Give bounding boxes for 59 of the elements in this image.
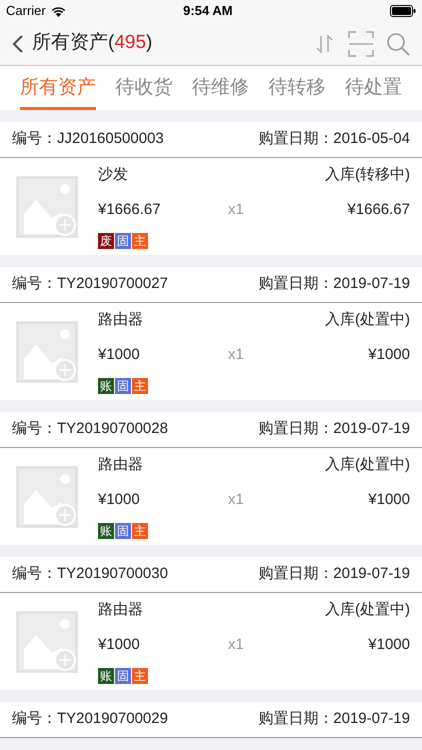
tag: 账 xyxy=(98,523,114,539)
purchase-date: 购置日期：2019-07-19 xyxy=(258,709,410,730)
wifi-icon xyxy=(50,6,66,16)
asset-status: 入库(处置中) xyxy=(325,455,410,475)
purchase-date: 购置日期：2016-05-04 xyxy=(258,129,410,150)
asset-name: 路由器 xyxy=(98,455,143,475)
tab[interactable]: 待处置 xyxy=(345,66,402,110)
total-price: ¥1000 xyxy=(368,344,410,364)
tab[interactable]: 待收货 xyxy=(116,66,172,110)
tag: 固 xyxy=(115,378,131,394)
carrier-label: Carrier xyxy=(6,2,46,20)
scan-button[interactable] xyxy=(348,30,374,56)
clock: 9:54 AM xyxy=(182,2,234,20)
purchase-date: 购置日期：2019-07-19 xyxy=(258,274,410,294)
tab[interactable]: 待转移 xyxy=(268,66,326,110)
asset-status: 入库(转移中) xyxy=(325,165,410,185)
quantity: x1 xyxy=(228,634,245,654)
unit-price: ¥1000 xyxy=(98,634,141,654)
purchase-date: 购置日期：2019-07-19 xyxy=(258,419,410,440)
tag: 账 xyxy=(98,378,114,394)
tag: 主 xyxy=(132,668,148,684)
asset-number: 编号：TY20190700030 xyxy=(12,564,168,584)
tab[interactable]: 待维修 xyxy=(192,66,249,110)
tag: 固 xyxy=(115,233,131,249)
tag: 固 xyxy=(115,668,131,684)
asset-name: 路由器 xyxy=(98,600,143,620)
page-title: 所有资产(495) xyxy=(32,31,152,56)
search-button[interactable] xyxy=(386,32,410,56)
tag: 主 xyxy=(132,378,148,394)
image-placeholder-icon xyxy=(16,176,78,238)
tag: 账 xyxy=(98,668,114,684)
total-price: ¥1000 xyxy=(368,634,410,654)
total-price: ¥1666.67 xyxy=(347,200,410,220)
image-placeholder-icon xyxy=(16,320,78,382)
asset-number: 编号：TY20190700029 xyxy=(12,709,168,730)
quantity: x1 xyxy=(228,200,245,220)
total-price: ¥1000 xyxy=(368,490,410,510)
asset-name: 沙发 xyxy=(98,165,128,185)
asset-number: 编号：TY20190700027 xyxy=(12,274,168,294)
tag: 主 xyxy=(132,233,148,249)
tag: 固 xyxy=(115,523,131,539)
unit-price: ¥1666.67 xyxy=(98,200,162,220)
image-placeholder-icon xyxy=(16,466,78,528)
tab[interactable]: 所有资产 xyxy=(20,66,96,110)
unit-price: ¥1000 xyxy=(98,490,141,510)
purchase-date: 购置日期：2019-07-19 xyxy=(258,564,410,584)
asset-status: 入库(处置中) xyxy=(325,310,410,330)
tag: 主 xyxy=(132,523,148,539)
quantity: x1 xyxy=(228,490,245,510)
quantity: x1 xyxy=(228,344,245,364)
asset-status: 入库(处置中) xyxy=(325,600,410,620)
tag: 废 xyxy=(98,233,114,249)
unit-price: ¥1000 xyxy=(98,344,141,364)
back-button[interactable] xyxy=(12,34,24,54)
asset-number: 编号：TY20190700028 xyxy=(12,419,168,440)
asset-number: 编号：JJ20160500003 xyxy=(12,129,164,150)
image-placeholder-icon xyxy=(16,610,78,672)
battery-icon xyxy=(390,5,416,17)
asset-name: 路由器 xyxy=(98,310,143,330)
